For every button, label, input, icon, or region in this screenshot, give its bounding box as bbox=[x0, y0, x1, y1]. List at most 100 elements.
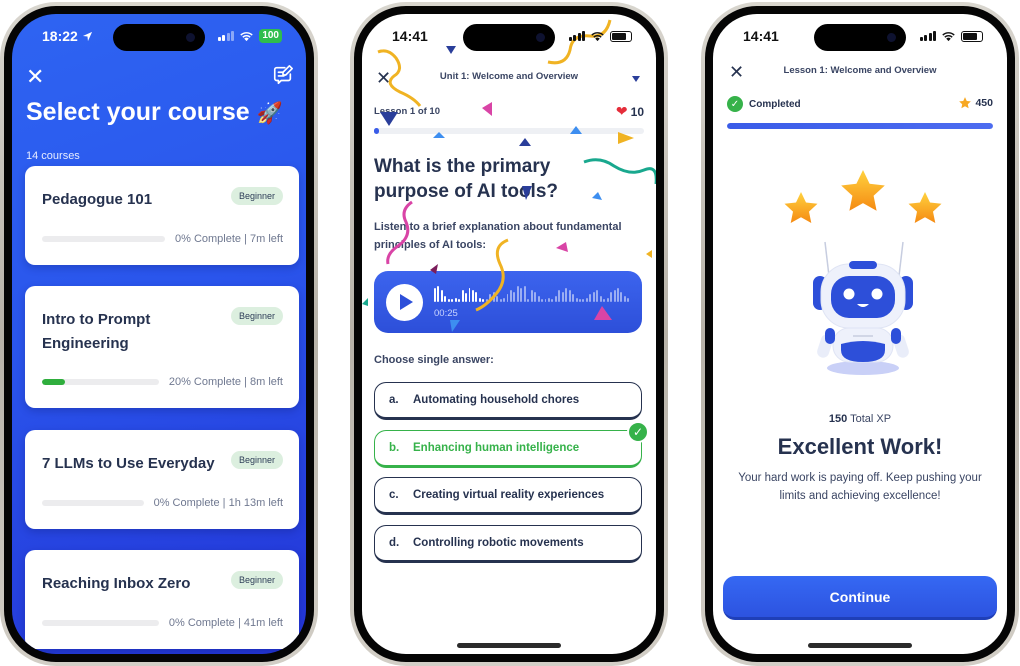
waveform-bar bbox=[499, 299, 502, 302]
feedback-edit-icon[interactable] bbox=[272, 64, 294, 86]
waveform-bar bbox=[451, 299, 454, 302]
course-title: Intro to Prompt Engineering bbox=[42, 311, 151, 352]
waveform-bar bbox=[592, 292, 595, 302]
answer-option-a[interactable]: a. Automating household chores bbox=[374, 382, 642, 420]
completed-status: ✓ Completed bbox=[727, 96, 801, 112]
star-right-icon bbox=[908, 192, 942, 223]
waveform-bar bbox=[585, 298, 588, 302]
course-title: Reaching Inbox Zero bbox=[42, 575, 191, 592]
course-progress-bar bbox=[42, 620, 159, 626]
waveform-bar bbox=[610, 292, 613, 302]
wifi-icon bbox=[240, 31, 254, 41]
waveform-bar bbox=[523, 286, 526, 302]
waveform-bar bbox=[617, 288, 619, 302]
waveform-bar bbox=[489, 294, 492, 302]
waveform-bar bbox=[544, 299, 547, 302]
completed-label: Completed bbox=[749, 98, 801, 110]
waveform-bar bbox=[506, 294, 509, 302]
course-count: 14 courses bbox=[26, 150, 80, 162]
waveform-bar bbox=[547, 298, 550, 302]
success-message: Your hard work is paying off. Keep pushi… bbox=[738, 472, 982, 502]
dynamic-island bbox=[814, 24, 906, 51]
cellular-signal-icon bbox=[217, 31, 235, 41]
waveform-bar bbox=[458, 299, 461, 302]
lesson-title: Lesson 1: Welcome and Overview bbox=[783, 65, 937, 76]
home-indicator[interactable] bbox=[808, 643, 912, 648]
continue-button[interactable]: Continue bbox=[723, 576, 997, 620]
waveform-bar bbox=[541, 299, 543, 302]
course-title: 7 LLMs to Use Everyday bbox=[42, 455, 215, 472]
check-circle-icon: ✓ bbox=[727, 96, 743, 112]
cellular-signal-icon bbox=[919, 31, 936, 41]
waveform-bar bbox=[465, 293, 468, 302]
waveform-bar bbox=[503, 298, 506, 302]
camera-icon bbox=[887, 33, 896, 42]
lesson-complete-screen: 14:41 ✕ Lesson 1: Welcome and Overview ✓… bbox=[713, 14, 1007, 654]
camera-icon bbox=[536, 33, 545, 42]
confetti-piece bbox=[362, 298, 368, 306]
level-badge: Beginner bbox=[230, 187, 283, 205]
dynamic-island bbox=[463, 24, 555, 51]
play-button[interactable] bbox=[386, 284, 423, 321]
close-button[interactable]: ✕ bbox=[26, 66, 44, 88]
waveform-bar bbox=[471, 290, 474, 302]
waveform-bar bbox=[575, 298, 578, 302]
choose-label: Choose single answer: bbox=[374, 354, 494, 366]
waveform-bar bbox=[582, 299, 585, 302]
answer-text: Enhancing human intelligence bbox=[413, 442, 580, 454]
waveform-bar bbox=[513, 292, 516, 302]
page-title-text: Select your course bbox=[26, 98, 250, 126]
audio-waveform[interactable] bbox=[434, 284, 630, 302]
phone-course-select: 18:22 100 ✕ Select your course 🚀 14 cour… bbox=[0, 2, 318, 666]
phone-lesson-complete: 14:41 ✕ Lesson 1: Welcome and Overview ✓… bbox=[701, 2, 1019, 666]
lesson-progress-bar bbox=[727, 123, 993, 129]
waveform-bar bbox=[558, 290, 561, 302]
unit-title: Unit 1: Welcome and Overview bbox=[439, 71, 579, 82]
camera-icon bbox=[186, 33, 195, 42]
waveform-bar bbox=[527, 299, 530, 302]
star-center-icon bbox=[841, 170, 885, 211]
hearts-value: 10 bbox=[630, 104, 644, 119]
answer-letter: d. bbox=[389, 537, 400, 549]
course-title: Pedagogue 101 bbox=[42, 191, 153, 208]
answer-text: Creating virtual reality experiences bbox=[413, 489, 605, 501]
answer-option-c[interactable]: c. Creating virtual reality experiences bbox=[374, 477, 642, 515]
waveform-bar bbox=[603, 299, 606, 302]
waveform-bar bbox=[561, 292, 564, 302]
home-indicator[interactable] bbox=[457, 643, 561, 648]
battery-icon bbox=[961, 30, 983, 42]
answer-option-d[interactable]: d. Controlling robotic movements bbox=[374, 525, 642, 563]
confetti-ribbon bbox=[583, 158, 656, 184]
waveform-bar bbox=[530, 290, 533, 302]
waveform-bar bbox=[599, 296, 602, 302]
xp-points: 450 bbox=[975, 97, 993, 109]
course-card[interactable]: Intro to Prompt Engineering Beginner 20%… bbox=[25, 286, 299, 408]
course-card[interactable]: Reaching Inbox Zero Beginner 0% Complete… bbox=[25, 550, 299, 649]
progress-fill bbox=[42, 379, 66, 385]
waveform-bar bbox=[461, 290, 464, 302]
waveform-bar bbox=[623, 296, 626, 302]
waveform-bar bbox=[620, 292, 623, 302]
course-progress-bar bbox=[42, 500, 144, 506]
waveform-bar bbox=[496, 296, 499, 302]
waveform-bar bbox=[437, 286, 440, 302]
answer-option-b[interactable]: b. Enhancing human intelligence ✓ bbox=[374, 421, 649, 468]
level-badge: Beginner bbox=[230, 307, 283, 325]
waveform-bar bbox=[589, 294, 592, 302]
waveform-bar bbox=[434, 288, 436, 302]
level-badge: Beginner bbox=[230, 571, 283, 589]
wifi-icon bbox=[942, 31, 955, 41]
waveform-bar bbox=[572, 294, 575, 302]
course-card[interactable]: Pedagogue 101 Beginner 0% Complete | 7m … bbox=[25, 166, 299, 265]
hearts-counter: ❤ 10 bbox=[616, 103, 644, 120]
dynamic-island bbox=[113, 24, 205, 51]
phone-bezel: 14:41 ✕ Lesson 1: Welcome and Overview ✓… bbox=[705, 6, 1015, 662]
audio-player: 00:25 bbox=[374, 271, 642, 333]
waveform-bar bbox=[468, 288, 471, 302]
course-card[interactable]: 7 LLMs to Use Everyday Beginner 0% Compl… bbox=[25, 430, 299, 529]
status-time: 18:22 bbox=[42, 28, 78, 44]
progress-fill bbox=[727, 123, 993, 129]
total-xp-value: 150 bbox=[828, 413, 848, 425]
battery-icon bbox=[610, 30, 632, 42]
wifi-icon bbox=[591, 31, 604, 41]
